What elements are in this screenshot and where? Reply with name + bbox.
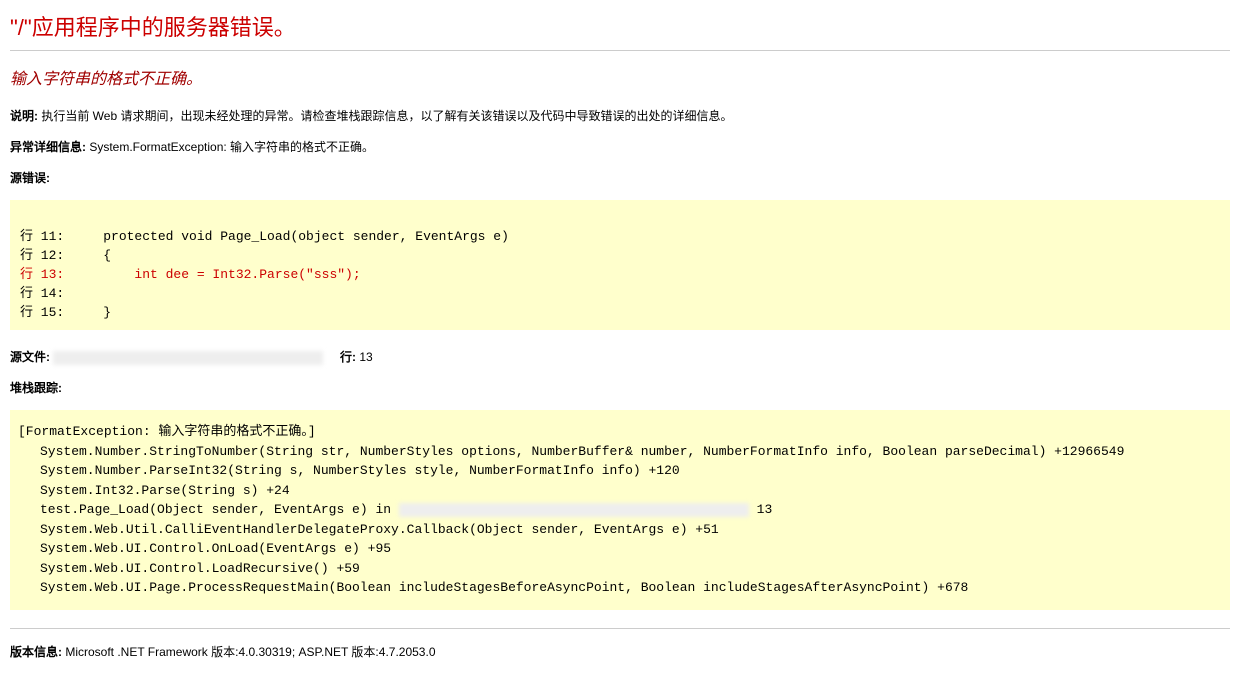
source-error-label: 源错误:	[10, 171, 50, 185]
code-line-11: 行 11: protected void Page_Load(object se…	[20, 229, 509, 244]
stack-line-4b: 13	[749, 502, 772, 517]
stack-line-6: System.Web.UI.Control.OnLoad(EventArgs e…	[18, 539, 1222, 559]
source-code-block: 行 11: protected void Page_Load(object se…	[10, 200, 1230, 330]
redacted-stack-path	[399, 503, 749, 517]
error-subtitle: 输入字符串的格式不正确。	[10, 65, 1230, 89]
stack-line-4a: test.Page_Load(Object sender, EventArgs …	[40, 502, 399, 517]
description-line: 说明: 执行当前 Web 请求期间，出现未经处理的异常。请检查堆栈跟踪信息，以了…	[10, 107, 1230, 124]
source-file-line: 源文件: 行: 13	[10, 348, 1230, 365]
version-text: Microsoft .NET Framework 版本:4.0.30319; A…	[62, 645, 436, 659]
redacted-path	[53, 351, 323, 365]
version-label: 版本信息:	[10, 645, 62, 659]
error-title: "/"应用程序中的服务器错误。	[10, 10, 1230, 42]
stack-line-5: System.Web.Util.CalliEventHandlerDelegat…	[18, 520, 1222, 540]
line-label: 行:	[340, 350, 356, 364]
stack-trace-label: 堆栈跟踪:	[10, 381, 62, 395]
stack-trace-block: [FormatException: 输入字符串的格式不正确。] System.N…	[10, 410, 1230, 610]
line-number: 13	[359, 350, 372, 364]
exception-label: 异常详细信息:	[10, 140, 86, 154]
exception-line: 异常详细信息: System.FormatException: 输入字符串的格式…	[10, 138, 1230, 155]
stack-line-3: System.Int32.Parse(String s) +24	[18, 481, 1222, 501]
stack-line-4: test.Page_Load(Object sender, EventArgs …	[18, 500, 1222, 520]
description-label: 说明:	[10, 109, 38, 123]
stack-line-2: System.Number.ParseInt32(String s, Numbe…	[18, 461, 1222, 481]
exception-text: System.FormatException: 输入字符串的格式不正确。	[86, 140, 374, 154]
code-line-14: 行 14:	[20, 286, 72, 301]
stack-line-8: System.Web.UI.Page.ProcessRequestMain(Bo…	[18, 578, 1222, 598]
source-error-label-line: 源错误:	[10, 169, 1230, 186]
stack-line-7: System.Web.UI.Control.LoadRecursive() +5…	[18, 559, 1222, 579]
stack-header: [FormatException: 输入字符串的格式不正确。]	[18, 422, 1222, 442]
stack-trace-label-line: 堆栈跟踪:	[10, 379, 1230, 396]
divider-top	[10, 50, 1230, 51]
code-line-12: 行 12: {	[20, 248, 111, 263]
divider-bottom	[10, 628, 1230, 629]
stack-line-1: System.Number.StringToNumber(String str,…	[18, 442, 1222, 462]
description-text: 执行当前 Web 请求期间，出现未经处理的异常。请检查堆栈跟踪信息，以了解有关该…	[38, 109, 732, 123]
code-line-13: 行 13: int dee = Int32.Parse("sss");	[20, 267, 361, 282]
code-line-15: 行 15: }	[20, 305, 111, 320]
source-file-label: 源文件:	[10, 350, 50, 364]
version-line: 版本信息: Microsoft .NET Framework 版本:4.0.30…	[10, 643, 1230, 660]
